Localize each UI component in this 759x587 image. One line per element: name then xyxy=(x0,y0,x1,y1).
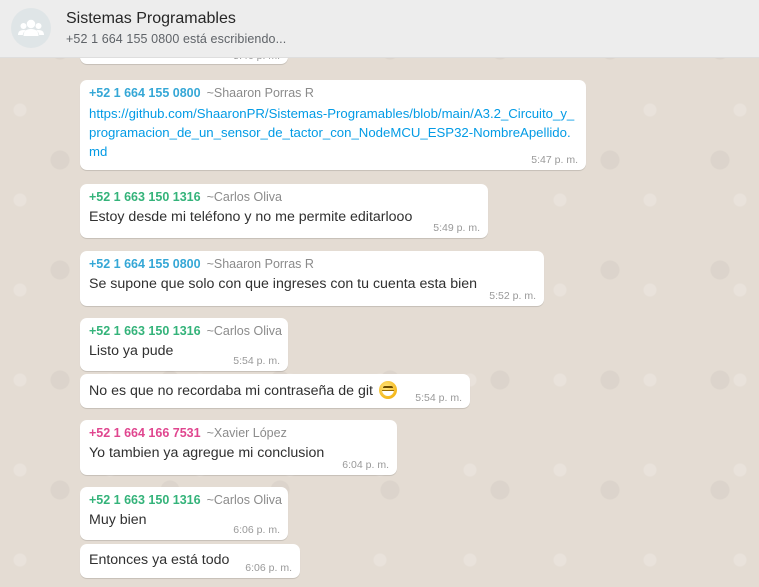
message-bubble[interactable]: +52 1 664 155 0800 ~Shaaron Porras R http… xyxy=(80,80,586,170)
sender-phone[interactable]: +52 1 663 150 1316 xyxy=(89,493,201,507)
sender-name: ~Shaaron Porras R xyxy=(206,257,314,271)
sender-name: ~Carlos Oliva xyxy=(206,493,282,507)
message-sender: +52 1 663 150 1316 ~Carlos Oliva xyxy=(89,493,282,507)
chat-header[interactable]: Sistemas Programables +52 1 664 155 0800… xyxy=(0,0,759,58)
message-text-row: No es que no recordaba mi contraseña de … xyxy=(89,381,461,401)
sender-phone[interactable]: +52 1 664 166 7531 xyxy=(89,426,201,440)
message-time: 6:06 p. m. xyxy=(245,562,292,574)
message-time: 6:04 p. m. xyxy=(342,459,389,471)
message-bubble[interactable]: +52 1 664 155 0800 ~Shaaron Porras R Se s… xyxy=(80,251,544,306)
message-sender: +52 1 664 166 7531 ~Xavier López xyxy=(89,426,388,440)
message-bubble[interactable]: +52 1 664 166 7531 ~Xavier López Yo tambi… xyxy=(80,420,397,475)
chat-title[interactable]: Sistemas Programables xyxy=(66,10,236,28)
sender-name: ~Carlos Oliva xyxy=(206,190,282,204)
message-bubble[interactable]: +52 1 663 150 1316 ~Carlos Oliva Muy bien… xyxy=(80,487,288,540)
sender-name: ~Xavier López xyxy=(206,426,287,440)
message-time: 5:54 p. m. xyxy=(415,392,462,404)
sender-phone[interactable]: +52 1 663 150 1316 xyxy=(89,324,201,338)
message-text: Se supone que solo con que ingreses con … xyxy=(89,276,478,292)
sender-name: ~Carlos Oliva xyxy=(206,324,282,338)
message-link[interactable]: https://github.com/ShaaronPR/Sistemas-Pr… xyxy=(89,104,579,161)
message-time: 5:47 p. m. xyxy=(531,154,578,166)
sender-name: ~Shaaron Porras R xyxy=(206,86,314,100)
message-sender: +52 1 663 150 1316 ~Carlos Oliva xyxy=(89,324,282,338)
sender-phone[interactable]: +52 1 663 150 1316 xyxy=(89,190,201,204)
message-time: 6:06 p. m. xyxy=(233,524,280,536)
message-sender: +52 1 664 155 0800 ~Shaaron Porras R xyxy=(89,86,577,100)
message-bubble[interactable]: +52 1 663 150 1316 ~Carlos Oliva Estoy de… xyxy=(80,184,488,238)
sender-phone[interactable]: +52 1 664 155 0800 xyxy=(89,86,201,100)
message-bubble[interactable]: Entonces ya está todo 6:06 p. m. xyxy=(80,544,300,578)
message-bubble[interactable]: +52 1 663 150 1316 ~Carlos Oliva Listo ya… xyxy=(80,318,288,371)
message-text: Estoy desde mi teléfono y no me permite … xyxy=(89,209,413,225)
grinning-sweat-emoji-icon xyxy=(378,381,397,399)
message-bubble[interactable]: No es que no recordaba mi contraseña de … xyxy=(80,374,470,408)
message-sender: +52 1 664 155 0800 ~Shaaron Porras R xyxy=(89,257,535,271)
typing-status: +52 1 664 155 0800 está escribiendo... xyxy=(66,32,287,46)
group-avatar[interactable] xyxy=(11,8,51,48)
sender-phone[interactable]: +52 1 664 155 0800 xyxy=(89,257,201,271)
message-time: 5:54 p. m. xyxy=(233,355,280,367)
message-text: No es que no recordaba mi contraseña de … xyxy=(89,383,373,399)
group-icon xyxy=(18,19,44,36)
message-sender: +52 1 663 150 1316 ~Carlos Oliva xyxy=(89,190,479,204)
message-time: 5:49 p. m. xyxy=(433,222,480,234)
message-time: 5:52 p. m. xyxy=(489,290,536,302)
